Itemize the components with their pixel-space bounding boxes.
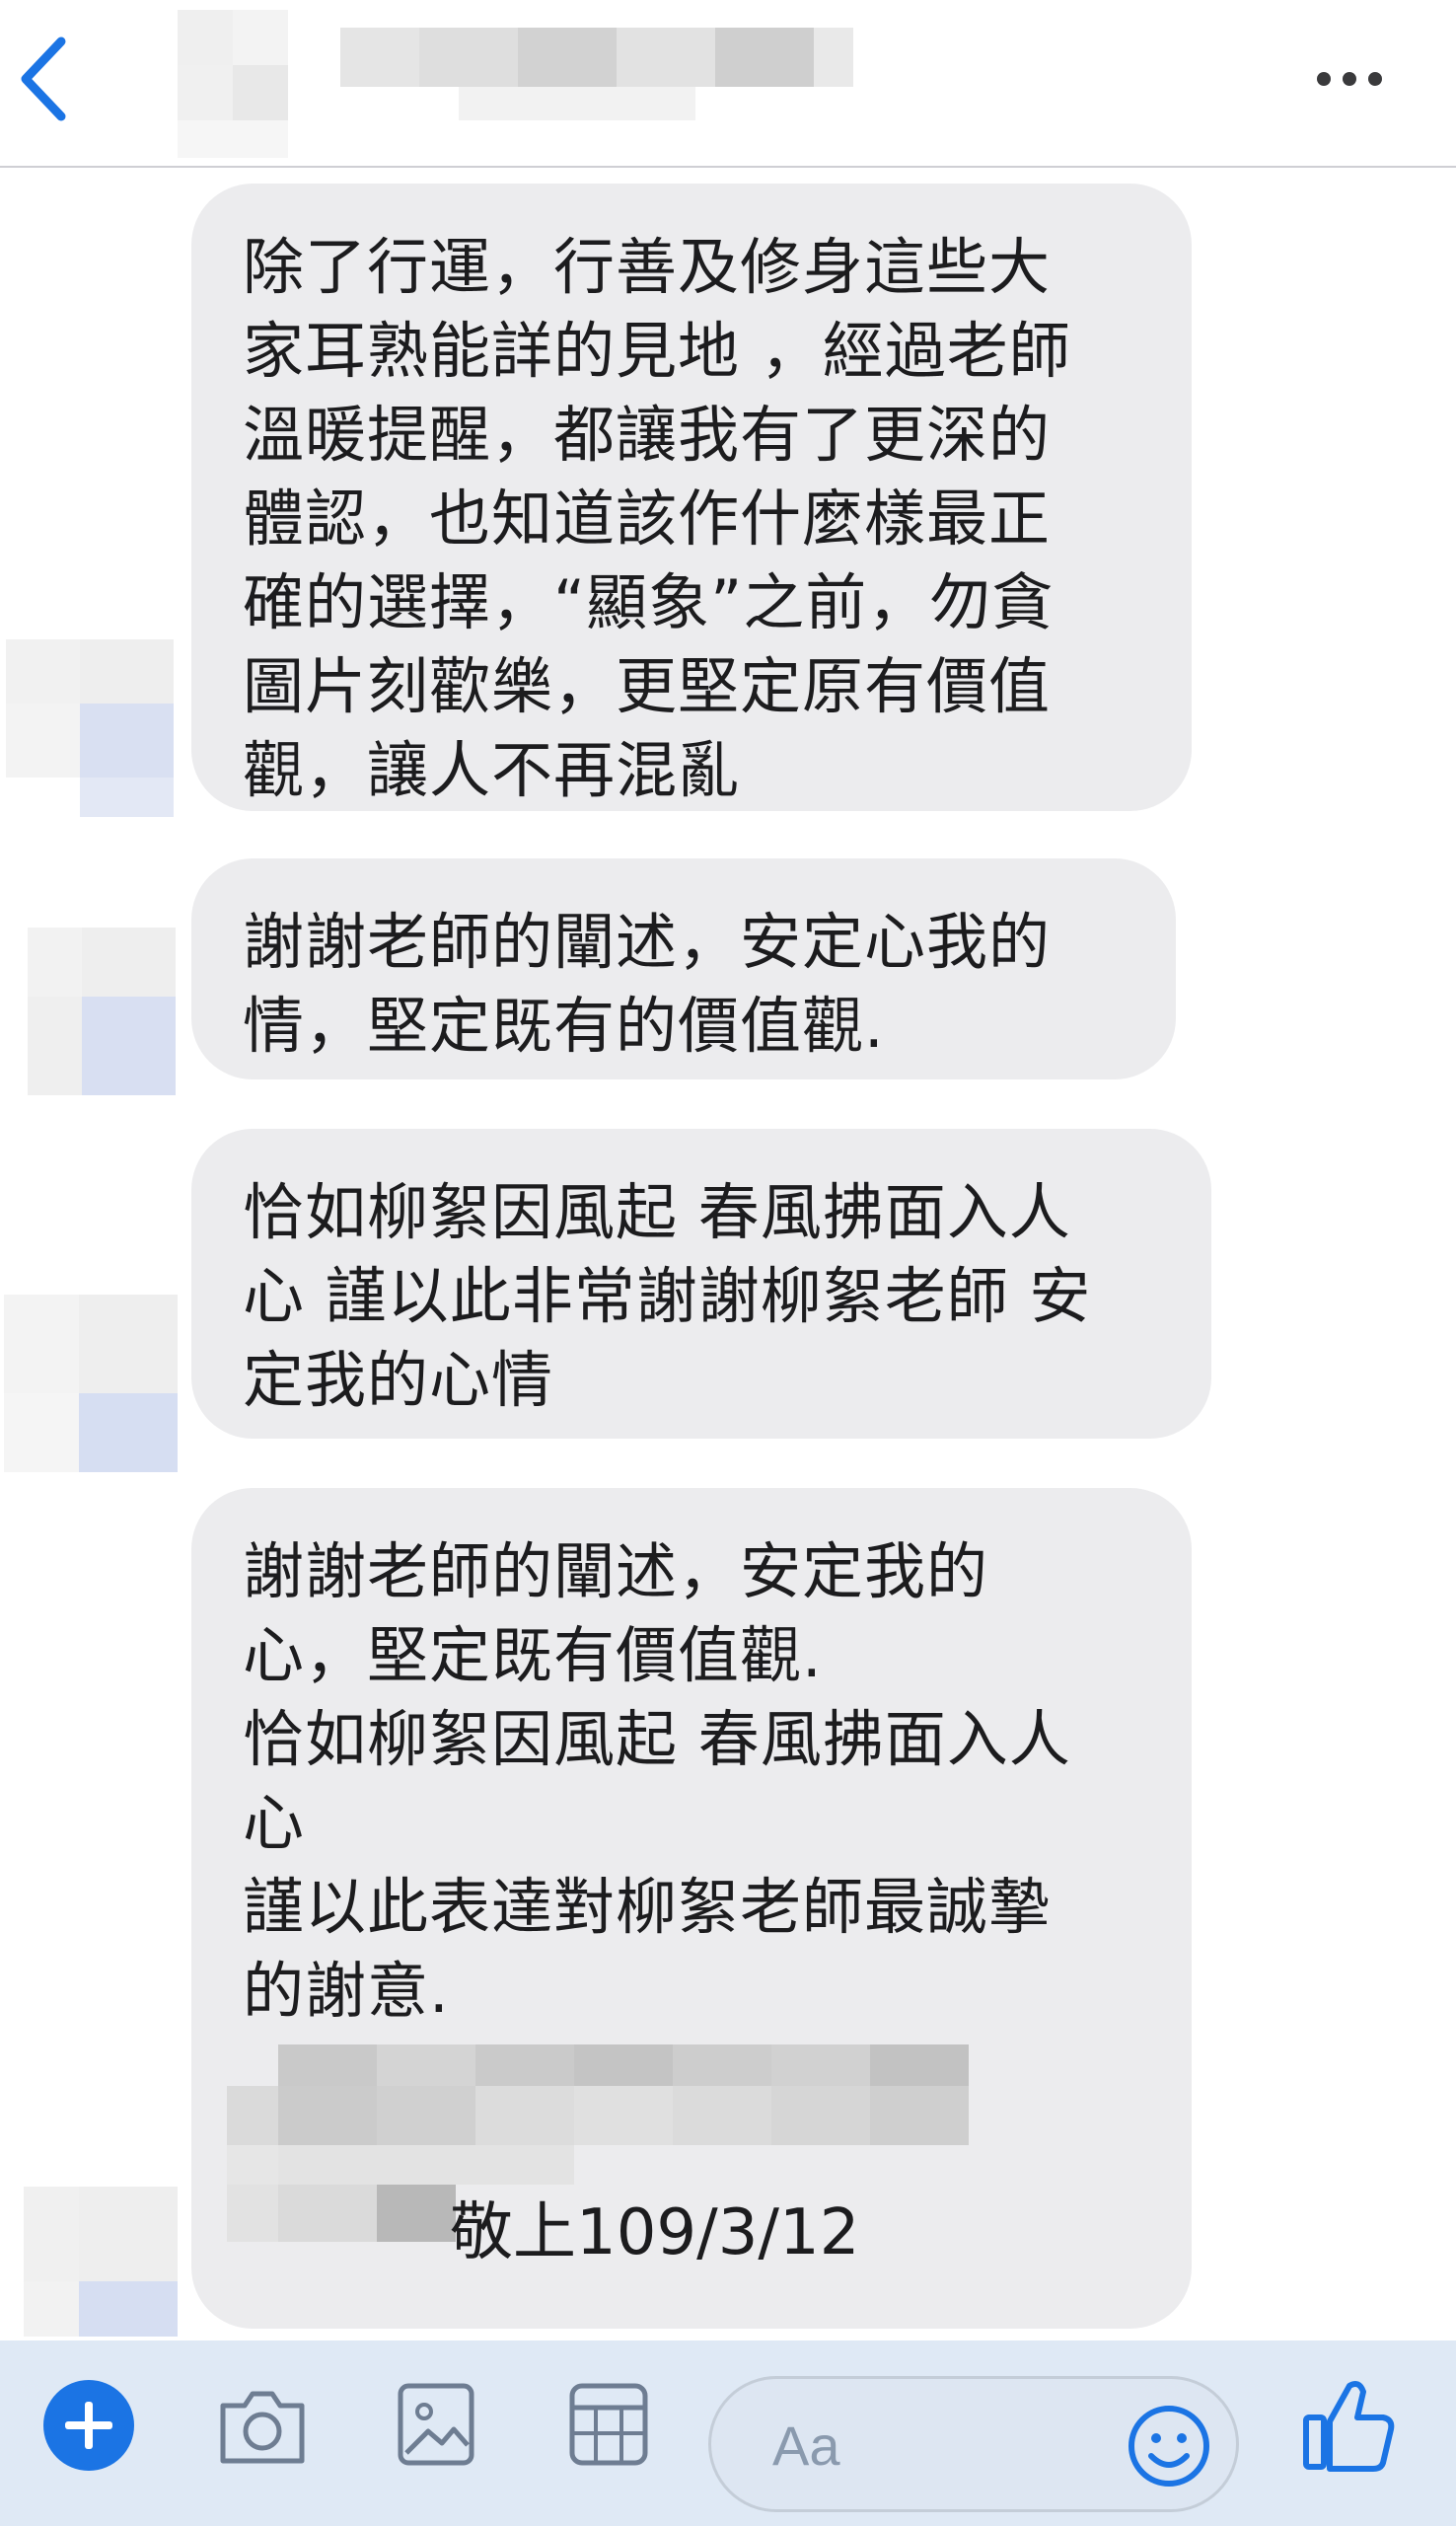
contact-avatar[interactable] (178, 10, 335, 158)
more-dots-icon (1317, 72, 1382, 86)
gallery-icon (398, 2383, 474, 2466)
camera-button[interactable] (215, 2380, 310, 2471)
plus-icon (43, 2380, 134, 2471)
emoji-icon (1128, 2406, 1209, 2487)
sender-avatar[interactable] (6, 639, 174, 817)
signature-date: 敬上109/3/12 (450, 2196, 860, 2269)
emoji-button[interactable] (1126, 2403, 1212, 2489)
sender-avatar[interactable] (28, 928, 195, 1105)
like-button[interactable] (1300, 2372, 1399, 2475)
message-bubble[interactable]: 除了行運，行善及修身這些大 家耳熟能詳的見地 ，經過老師 溫暖提醒，都讓我有了更… (191, 184, 1192, 811)
message-bubble[interactable]: 謝謝老師的闡述，安定心我的 情，堅定既有的價值觀. (191, 858, 1176, 1079)
thumbs-up-icon (1303, 2381, 1395, 2472)
chevron-left-icon (21, 37, 66, 121)
camera-icon (220, 2391, 305, 2464)
message-text: 除了行運，行善及修身這些大 家耳熟能詳的見地 ，經過老師 溫暖提醒，都讓我有了更… (243, 231, 1071, 806)
message-input[interactable]: Aa (708, 2376, 1239, 2512)
message-composer: Aa (0, 2340, 1456, 2526)
back-button[interactable] (14, 30, 73, 128)
message-input-placeholder: Aa (772, 2415, 840, 2477)
sender-avatar[interactable] (24, 2187, 191, 2364)
contact-name-redacted (340, 20, 853, 138)
sender-avatar[interactable] (4, 1295, 178, 1472)
message-text: 謝謝老師的闡述，安定我的 心，堅定既有價值觀. 恰如柳絮因風起 春風拂面入人 心… (243, 1535, 1071, 2027)
more-actions-button[interactable] (41, 2378, 136, 2473)
more-options-button[interactable] (1310, 59, 1389, 99)
sticker-button[interactable] (566, 2378, 651, 2471)
message-bubble[interactable]: 恰如柳絮因風起 春風拂面入人 心 謹以此非常謝謝柳絮老師 安 定我的心情 (191, 1129, 1211, 1439)
message-text: 恰如柳絮因風起 春風拂面入人 心 謹以此非常謝謝柳絮老師 安 定我的心情 (243, 1176, 1092, 1416)
chat-header (0, 0, 1456, 168)
sticker-icon (569, 2383, 648, 2466)
message-text: 謝謝老師的闡述，安定心我的 情，堅定既有的價值觀. (243, 906, 1052, 1062)
photo-gallery-button[interactable] (395, 2376, 477, 2471)
